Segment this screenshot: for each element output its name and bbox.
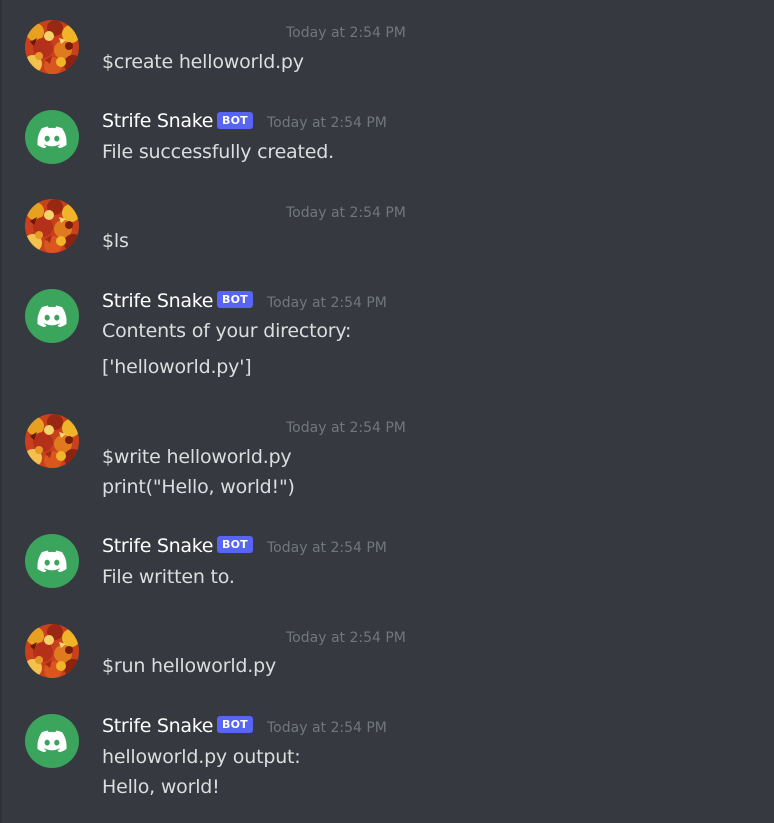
message-text: ['helloworld.py'] [102, 356, 252, 378]
bot-avatar[interactable] [25, 714, 79, 768]
bot-avatar[interactable] [25, 534, 79, 588]
message-text: helloworld.py output: [102, 746, 301, 768]
autumn-leaves-avatar [25, 20, 79, 74]
bot-tag: BOT [217, 716, 253, 733]
message-text: File written to. [102, 566, 235, 588]
discord-logo-icon [37, 126, 67, 148]
discord-logo-icon [37, 550, 67, 572]
bot-username[interactable]: Strife Snake [102, 290, 213, 312]
message-text: $ls [102, 230, 129, 252]
message-timestamp[interactable]: Today at 2:54 PM [286, 25, 406, 41]
message-timestamp[interactable]: Today at 2:54 PM [286, 630, 406, 646]
message-text: Hello, world! [102, 776, 220, 798]
bot-tag: BOT [217, 112, 253, 129]
autumn-leaves-avatar [25, 199, 79, 253]
user-avatar[interactable] [25, 414, 79, 468]
divider [0, 0, 2, 823]
message-text: $write helloworld.py [102, 446, 292, 468]
bot-username[interactable]: Strife Snake [102, 110, 213, 132]
discord-logo-icon [37, 305, 67, 327]
message-text: File successfully created. [102, 141, 334, 163]
bot-avatar[interactable] [25, 110, 79, 164]
autumn-leaves-avatar [25, 414, 79, 468]
bot-username[interactable]: Strife Snake [102, 715, 213, 737]
message-text: $run helloworld.py [102, 655, 276, 677]
message-timestamp[interactable]: Today at 2:54 PM [286, 420, 406, 436]
message-timestamp[interactable]: Today at 2:54 PM [267, 115, 387, 131]
message-timestamp[interactable]: Today at 2:54 PM [286, 205, 406, 221]
bot-tag: BOT [217, 291, 253, 308]
bot-tag: BOT [217, 536, 253, 553]
message-text: print("Hello, world!") [102, 476, 295, 498]
autumn-leaves-avatar [25, 624, 79, 678]
message-timestamp[interactable]: Today at 2:54 PM [267, 540, 387, 556]
message-timestamp[interactable]: Today at 2:54 PM [267, 720, 387, 736]
user-avatar[interactable] [25, 20, 79, 74]
bot-username[interactable]: Strife Snake [102, 535, 213, 557]
user-avatar[interactable] [25, 624, 79, 678]
bot-avatar[interactable] [25, 289, 79, 343]
discord-logo-icon [37, 730, 67, 752]
message-text: Contents of your directory: [102, 320, 352, 342]
message-text: $create helloworld.py [102, 51, 304, 73]
user-avatar[interactable] [25, 199, 79, 253]
message-timestamp[interactable]: Today at 2:54 PM [267, 295, 387, 311]
chat-message-list: Today at 2:54 PM $create helloworld.py S… [0, 0, 774, 823]
